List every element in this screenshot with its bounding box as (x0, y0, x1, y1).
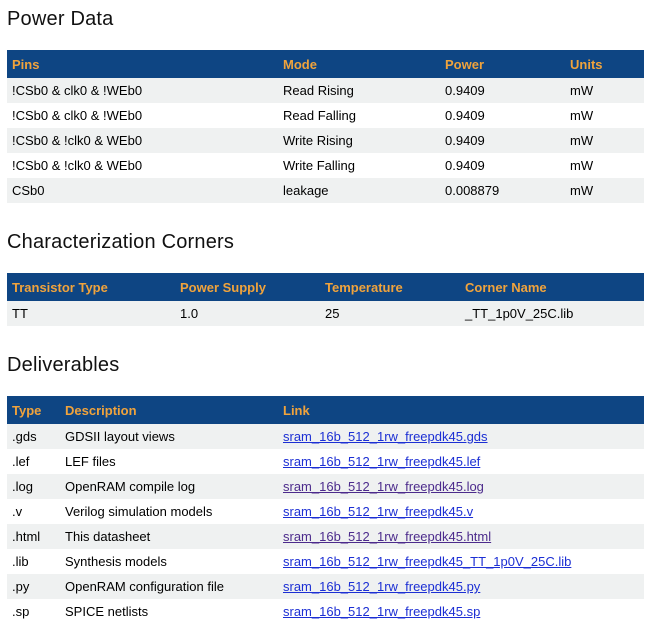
column-header: Units (565, 50, 644, 78)
table-cell: !CSb0 & !clk0 & WEb0 (7, 153, 278, 178)
column-header: Description (60, 396, 278, 424)
power-data-table-head: PinsModePowerUnits (7, 50, 644, 78)
table-cell: Synthesis models (60, 549, 278, 574)
table-cell: Read Rising (278, 78, 440, 103)
corners-table-body: TT1.025_TT_1p0V_25C.lib (7, 301, 644, 326)
table-cell: !CSb0 & clk0 & !WEb0 (7, 103, 278, 128)
table-cell: SPICE netlists (60, 599, 278, 624)
power-data-table-body: !CSb0 & clk0 & !WEb0Read Rising0.9409mW!… (7, 78, 644, 203)
table-cell: leakage (278, 178, 440, 203)
deliverable-link[interactable]: sram_16b_512_1rw_freepdk45.lef (283, 454, 480, 469)
table-row: .pyOpenRAM configuration file sram_16b_51… (7, 574, 644, 599)
table-cell: _TT_1p0V_25C.lib (460, 301, 644, 326)
table-row: .spSPICE netlists sram_16b_512_1rw_freepd… (7, 599, 644, 624)
table-cell: !CSb0 & !clk0 & WEb0 (7, 128, 278, 153)
table-cell: LEF files (60, 449, 278, 474)
table-cell: sram_16b_512_1rw_freepdk45.log (278, 474, 644, 499)
table-row: CSb0leakage0.008879mW (7, 178, 644, 203)
deliverable-link[interactable]: sram_16b_512_1rw_freepdk45.html (283, 529, 491, 544)
table-cell: 0.9409 (440, 78, 565, 103)
deliverable-link[interactable]: sram_16b_512_1rw_freepdk45.v (283, 504, 473, 519)
table-cell: 1.0 (175, 301, 320, 326)
table-cell: 0.9409 (440, 103, 565, 128)
header-row: TypeDescriptionLink (7, 396, 644, 424)
column-header: Power Supply (175, 273, 320, 301)
table-cell: .lib (7, 549, 60, 574)
table-cell: Write Rising (278, 128, 440, 153)
table-cell: Read Falling (278, 103, 440, 128)
section-title-characterization-corners: Characterization Corners (7, 229, 644, 255)
table-cell: .py (7, 574, 60, 599)
table-cell: CSb0 (7, 178, 278, 203)
table-cell: OpenRAM compile log (60, 474, 278, 499)
table-cell: OpenRAM configuration file (60, 574, 278, 599)
table-cell: mW (565, 78, 644, 103)
section-title-power-data: Power Data (7, 6, 644, 32)
table-row: !CSb0 & clk0 & !WEb0Read Rising0.9409mW (7, 78, 644, 103)
table-row: TT1.025_TT_1p0V_25C.lib (7, 301, 644, 326)
table-cell: TT (7, 301, 175, 326)
column-header: Power (440, 50, 565, 78)
table-cell: 0.008879 (440, 178, 565, 203)
table-row: .libSynthesis models sram_16b_512_1rw_fre… (7, 549, 644, 574)
deliverables-table: TypeDescriptionLink .gdsGDSII layout vie… (7, 396, 644, 624)
table-cell: .log (7, 474, 60, 499)
column-header: Link (278, 396, 644, 424)
table-cell: sram_16b_512_1rw_freepdk45_TT_1p0V_25C.l… (278, 549, 644, 574)
table-cell: 0.9409 (440, 128, 565, 153)
table-row: .lefLEF files sram_16b_512_1rw_freepdk45.… (7, 449, 644, 474)
deliverable-link[interactable]: sram_16b_512_1rw_freepdk45.gds (283, 429, 488, 444)
table-cell: !CSb0 & clk0 & !WEb0 (7, 78, 278, 103)
deliverables-table-body: .gdsGDSII layout views sram_16b_512_1rw_f… (7, 424, 644, 624)
header-row: Transistor TypePower SupplyTemperatureCo… (7, 273, 644, 301)
table-cell: sram_16b_512_1rw_freepdk45.gds (278, 424, 644, 449)
table-cell: This datasheet (60, 524, 278, 549)
table-cell: mW (565, 103, 644, 128)
table-row: !CSb0 & clk0 & !WEb0Read Falling0.9409mW (7, 103, 644, 128)
table-cell: sram_16b_512_1rw_freepdk45.lef (278, 449, 644, 474)
table-cell: sram_16b_512_1rw_freepdk45.html (278, 524, 644, 549)
power-data-table: PinsModePowerUnits !CSb0 & clk0 & !WEb0R… (7, 50, 644, 203)
table-cell: 0.9409 (440, 153, 565, 178)
table-cell: mW (565, 153, 644, 178)
table-row: !CSb0 & !clk0 & WEb0Write Falling0.9409m… (7, 153, 644, 178)
table-cell: GDSII layout views (60, 424, 278, 449)
column-header: Pins (7, 50, 278, 78)
column-header: Transistor Type (7, 273, 175, 301)
header-row: PinsModePowerUnits (7, 50, 644, 78)
table-row: .htmlThis datasheet sram_16b_512_1rw_free… (7, 524, 644, 549)
table-cell: Verilog simulation models (60, 499, 278, 524)
table-row: !CSb0 & !clk0 & WEb0Write Rising0.9409mW (7, 128, 644, 153)
table-row: .gdsGDSII layout views sram_16b_512_1rw_f… (7, 424, 644, 449)
section-title-deliverables: Deliverables (7, 352, 644, 378)
table-cell: sram_16b_512_1rw_freepdk45.py (278, 574, 644, 599)
column-header: Type (7, 396, 60, 424)
table-cell: sram_16b_512_1rw_freepdk45.v (278, 499, 644, 524)
table-cell: .html (7, 524, 60, 549)
table-row: .vVerilog simulation models sram_16b_512_… (7, 499, 644, 524)
table-cell: 25 (320, 301, 460, 326)
table-cell: mW (565, 128, 644, 153)
deliverable-link[interactable]: sram_16b_512_1rw_freepdk45.log (283, 479, 484, 494)
corners-table-head: Transistor TypePower SupplyTemperatureCo… (7, 273, 644, 301)
characterization-corners-table: Transistor TypePower SupplyTemperatureCo… (7, 273, 644, 326)
deliverable-link[interactable]: sram_16b_512_1rw_freepdk45_TT_1p0V_25C.l… (283, 554, 571, 569)
table-cell: .lef (7, 449, 60, 474)
table-cell: sram_16b_512_1rw_freepdk45.sp (278, 599, 644, 624)
column-header: Temperature (320, 273, 460, 301)
datasheet-page: Power Data PinsModePowerUnits !CSb0 & cl… (0, 0, 660, 631)
table-cell: Write Falling (278, 153, 440, 178)
deliverables-table-head: TypeDescriptionLink (7, 396, 644, 424)
deliverable-link[interactable]: sram_16b_512_1rw_freepdk45.sp (283, 604, 480, 619)
deliverable-link[interactable]: sram_16b_512_1rw_freepdk45.py (283, 579, 480, 594)
table-row: .logOpenRAM compile log sram_16b_512_1rw_… (7, 474, 644, 499)
table-cell: mW (565, 178, 644, 203)
table-cell: .sp (7, 599, 60, 624)
table-cell: .v (7, 499, 60, 524)
table-cell: .gds (7, 424, 60, 449)
column-header: Corner Name (460, 273, 644, 301)
column-header: Mode (278, 50, 440, 78)
